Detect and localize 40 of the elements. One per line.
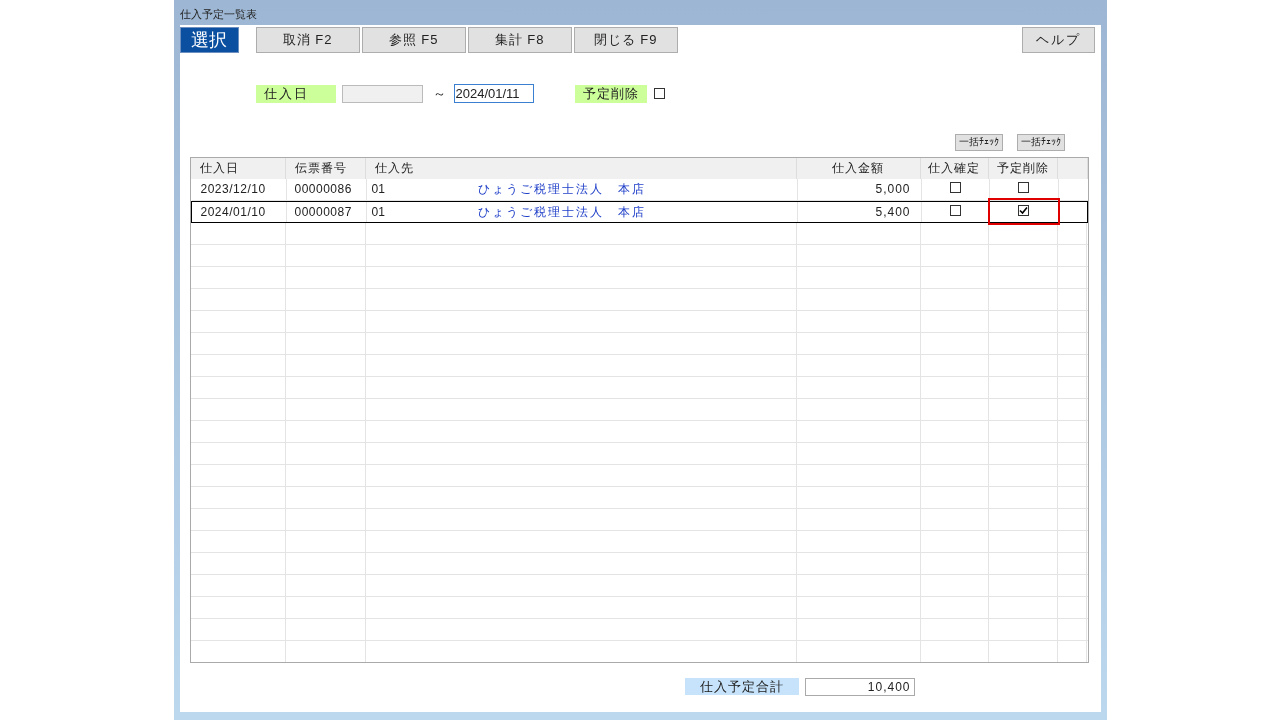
column-header: 予定削除 bbox=[988, 157, 1058, 179]
table-cell: 5,000 bbox=[797, 178, 922, 200]
date-from-field[interactable] bbox=[341, 84, 423, 103]
toolbar-button[interactable]: 選択 bbox=[179, 27, 239, 53]
checkbox[interactable] bbox=[1018, 181, 1029, 193]
help-button[interactable]: ヘルプ bbox=[1021, 27, 1095, 53]
supplier-code: 01 bbox=[370, 203, 386, 221]
table-cell: 5,400 bbox=[797, 201, 922, 222]
checkbox[interactable] bbox=[949, 204, 961, 216]
toolbar-button[interactable]: 参照 F5 bbox=[361, 27, 466, 53]
total-label: 仕入予定合計 bbox=[684, 678, 799, 695]
toolbar-button[interactable]: 集計 F8 bbox=[467, 27, 572, 53]
window-title: 仕入予定一覧表 bbox=[179, 7, 258, 22]
bulk-check-button[interactable]: 一括ﾁｪｯｸ bbox=[954, 133, 1003, 151]
column-header: 仕入日 bbox=[190, 157, 287, 179]
bulk-check-button[interactable]: 一括ﾁｪｯｸ bbox=[1016, 133, 1065, 151]
table-cell: 2024/01/10 bbox=[191, 201, 287, 222]
table-cell: 2023/12/10 bbox=[191, 178, 287, 200]
column-header: 伝票番号 bbox=[286, 157, 367, 179]
delete-label: 予定削除 bbox=[574, 84, 647, 103]
total-field: 10,400 bbox=[804, 677, 915, 696]
column-header: 仕入金額 bbox=[796, 157, 921, 179]
checkbox[interactable] bbox=[653, 88, 665, 100]
table-cell: 00000086 bbox=[286, 178, 367, 200]
checkbox[interactable] bbox=[1018, 204, 1029, 216]
toolbar-button[interactable]: 閉じる F9 bbox=[573, 27, 678, 53]
checkbox[interactable] bbox=[949, 181, 961, 193]
check-icon bbox=[1019, 205, 1028, 215]
table-cell: 00000087 bbox=[286, 201, 367, 222]
toolbar-button[interactable]: 取消 F2 bbox=[255, 27, 360, 53]
supplier-name: ひょうご税理士法人 本店 bbox=[477, 203, 646, 221]
table-row[interactable]: 2024/01/10 00000087 01 ひょうご税理士法人 本店 5,400 bbox=[190, 200, 1088, 223]
table-row[interactable]: 2023/12/10 00000086 01 ひょうご税理士法人 本店 5,000 bbox=[191, 178, 1088, 201]
supplier-name: ひょうご税理士法人 本店 bbox=[477, 180, 646, 198]
column-header: 仕入先 bbox=[366, 157, 797, 179]
supplier-code: 01 bbox=[370, 180, 386, 198]
column-header: 仕入確定 bbox=[920, 157, 989, 179]
range-separator: ～ bbox=[432, 85, 446, 103]
date-to-field[interactable]: 2024/01/11 bbox=[453, 84, 534, 104]
date-label: 仕入日 bbox=[255, 84, 336, 103]
